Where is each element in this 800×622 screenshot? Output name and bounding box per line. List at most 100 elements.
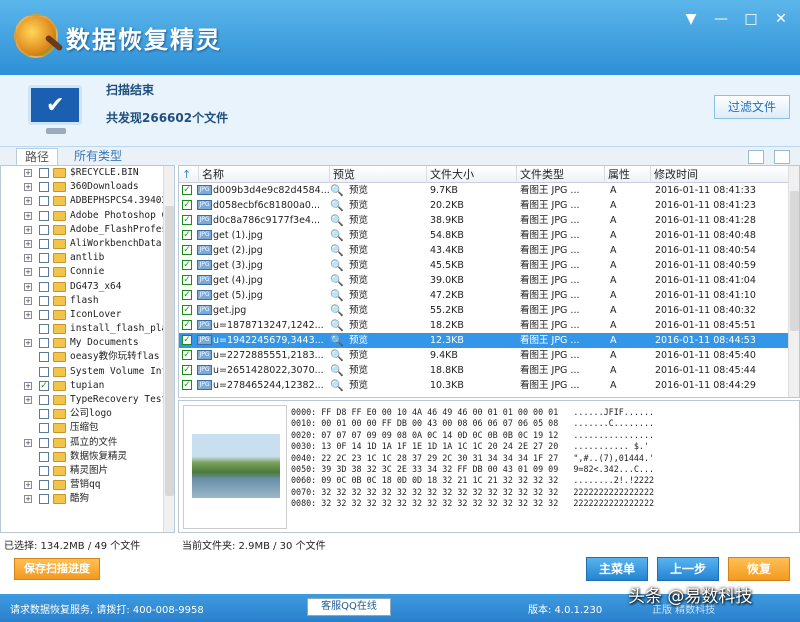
file-checkbox[interactable]: ✓	[182, 320, 192, 330]
tree-checkbox[interactable]	[39, 238, 49, 249]
expand-icon[interactable]: +	[24, 396, 32, 404]
filter-files-button[interactable]: 过滤文件	[714, 95, 790, 119]
tree-checkbox[interactable]	[39, 309, 49, 320]
qq-support-button[interactable]: 客服QQ在线	[307, 598, 391, 616]
tree-checkbox[interactable]	[39, 423, 49, 434]
preview-magnifier-icon[interactable]: 🔍	[330, 333, 350, 349]
tree-item[interactable]: + 营销qq	[1, 478, 174, 492]
file-row[interactable]: ✓ JPG u=2651428022,3070... 🔍 预览 18.8KB 看图王 JPG…	[179, 363, 789, 378]
preview-magnifier-icon[interactable]: 🔍	[330, 183, 350, 199]
file-checkbox[interactable]: ✓	[182, 275, 192, 285]
preview-magnifier-icon[interactable]: 🔍	[330, 228, 350, 244]
dropdown-menu-button[interactable]: ▼	[680, 10, 702, 28]
tree-item[interactable]: + Connie	[1, 265, 174, 279]
expand-icon[interactable]: +	[24, 225, 32, 234]
file-row[interactable]: ✓ JPG get (3).jpg 🔍 预览 45.5KB 看图王 JPG ... A 2016…	[179, 258, 789, 273]
tree-checkbox[interactable]	[39, 437, 49, 448]
tree-item[interactable]: 压缩包	[1, 421, 174, 435]
col-preview[interactable]: 预览	[330, 166, 427, 183]
minimize-button[interactable]: —	[710, 10, 732, 28]
tree-item[interactable]: + Adobe Photoshop C	[1, 209, 174, 223]
preview-link[interactable]: 预览	[349, 183, 409, 198]
tree-item[interactable]: + ADBEPHSPCS4.39402	[1, 194, 174, 208]
tree-item[interactable]: + flash	[1, 294, 174, 308]
tree-item[interactable]: 精灵图片	[1, 464, 174, 478]
file-row[interactable]: ✓ JPG u=1942245679,3443... 🔍 预览 12.3KB 看图王 JPG…	[179, 333, 789, 348]
tree-item[interactable]: + AliWorkbenchData	[1, 237, 174, 251]
file-checkbox[interactable]: ✓	[182, 185, 192, 195]
expand-icon[interactable]: +	[24, 169, 32, 177]
file-row[interactable]: ✓ JPG d058ecbf6c81800a0... 🔍 预览 20.2KB 看图王 JPG…	[179, 198, 789, 213]
tree-item[interactable]: + 酷狗	[1, 492, 174, 506]
file-checkbox[interactable]: ✓	[182, 290, 192, 300]
file-row[interactable]: ✓ JPG get (5).jpg 🔍 预览 47.2KB 看图王 JPG ... A 2016…	[179, 288, 789, 303]
close-button[interactable]: ✕	[770, 10, 792, 28]
file-checkbox[interactable]: ✓	[182, 200, 192, 210]
tree-item[interactable]: + My Documents	[1, 336, 174, 350]
tree-item[interactable]: + TypeRecovery Test	[1, 393, 174, 407]
tab-path[interactable]: 路径	[16, 148, 59, 165]
col-attr[interactable]: 属性	[605, 166, 651, 183]
expand-icon[interactable]: +	[24, 183, 32, 192]
list-view-icon[interactable]	[774, 150, 790, 164]
preview-magnifier-icon[interactable]: 🔍	[330, 243, 350, 259]
preview-link[interactable]: 预览	[349, 258, 409, 273]
preview-link[interactable]: 预览	[349, 198, 409, 213]
preview-link[interactable]: 预览	[349, 318, 409, 333]
tree-scroll-thumb[interactable]	[165, 206, 174, 496]
tree-checkbox[interactable]	[39, 409, 49, 420]
file-row[interactable]: ✓ JPG u=278465244,12382... 🔍 预览 10.3KB 看图王 JPG…	[179, 378, 789, 393]
tree-checkbox[interactable]	[39, 395, 49, 405]
tree-scrollbar[interactable]	[163, 166, 174, 532]
file-checkbox[interactable]: ✓	[182, 350, 192, 360]
tree-item[interactable]: + Adobe_FlashProfes	[1, 223, 174, 237]
tree-item[interactable]: install_flash_pla	[1, 322, 174, 336]
sort-up-icon[interactable]: ↑	[179, 166, 199, 183]
file-row[interactable]: ✓ JPG u=2272885551,2183... 🔍 预览 9.4KB 看图王 JPG …	[179, 348, 789, 363]
col-type[interactable]: 文件类型	[517, 166, 605, 183]
col-modified[interactable]: 修改时间	[651, 166, 789, 183]
tree-item[interactable]: 公司logo	[1, 407, 174, 421]
tree-item[interactable]: +360Downloads	[1, 180, 174, 194]
tree-item[interactable]: + 孤立的文件	[1, 436, 174, 450]
file-checkbox[interactable]: ✓	[182, 215, 192, 225]
tree-checkbox[interactable]	[39, 465, 49, 476]
tree-checkbox[interactable]	[39, 267, 49, 278]
expand-icon[interactable]: +	[24, 381, 32, 390]
file-checkbox[interactable]: ✓	[182, 305, 192, 315]
preview-link[interactable]: 预览	[349, 363, 409, 378]
file-checkbox[interactable]: ✓	[182, 245, 192, 255]
preview-link[interactable]: 预览	[349, 288, 409, 303]
tree-checkbox[interactable]: ✓	[39, 380, 49, 391]
preview-link[interactable]: 预览	[349, 333, 409, 348]
preview-link[interactable]: 预览	[349, 303, 409, 318]
tree-item[interactable]: + antlib	[1, 251, 174, 265]
expand-icon[interactable]: +	[24, 282, 32, 291]
tree-checkbox[interactable]	[39, 196, 49, 207]
preview-magnifier-icon[interactable]: 🔍	[330, 273, 350, 289]
main-menu-button[interactable]: 主菜单	[586, 557, 648, 581]
tree-item[interactable]: System Volume Inf	[1, 365, 174, 379]
preview-magnifier-icon[interactable]: 🔍	[330, 378, 350, 394]
save-scan-progress-button[interactable]: 保存扫描进度	[14, 558, 100, 580]
tree-item[interactable]: + DG473_x64	[1, 280, 174, 294]
tree-checkbox[interactable]	[39, 451, 49, 462]
tree-item[interactable]: oeasy教你玩转flas	[1, 350, 174, 364]
tree-checkbox[interactable]	[39, 182, 49, 193]
file-row[interactable]: ✓ JPG d009b3d4e9c82d4584... 🔍 预览 9.7KB 看图王 JPG…	[179, 183, 789, 198]
tree-checkbox[interactable]	[39, 352, 49, 363]
col-size[interactable]: 文件大小	[427, 166, 517, 183]
expand-icon[interactable]: +	[24, 310, 32, 319]
tree-checkbox[interactable]	[39, 366, 49, 377]
file-row[interactable]: ✓ JPG u=1878713247,1242... 🔍 预览 18.2KB 看图王 JPG…	[179, 318, 789, 333]
preview-magnifier-icon[interactable]: 🔍	[330, 198, 350, 214]
file-row[interactable]: ✓ JPG get (4).jpg 🔍 预览 39.0KB 看图王 JPG ... A 2016…	[179, 273, 789, 288]
tree-checkbox[interactable]	[39, 281, 49, 292]
grid-view-icon[interactable]	[748, 150, 764, 164]
preview-magnifier-icon[interactable]: 🔍	[330, 213, 350, 229]
file-checkbox[interactable]: ✓	[182, 335, 192, 345]
preview-magnifier-icon[interactable]: 🔍	[330, 363, 350, 379]
folder-tree[interactable]: + $RECYCLE.BIN +360Downloads + ADBEPHSPCS4.3…	[0, 165, 175, 533]
expand-icon[interactable]: +	[24, 339, 32, 348]
file-row[interactable]: ✓ JPG get (2).jpg 🔍 预览 43.4KB 看图王 JPG ... A 2016…	[179, 243, 789, 258]
